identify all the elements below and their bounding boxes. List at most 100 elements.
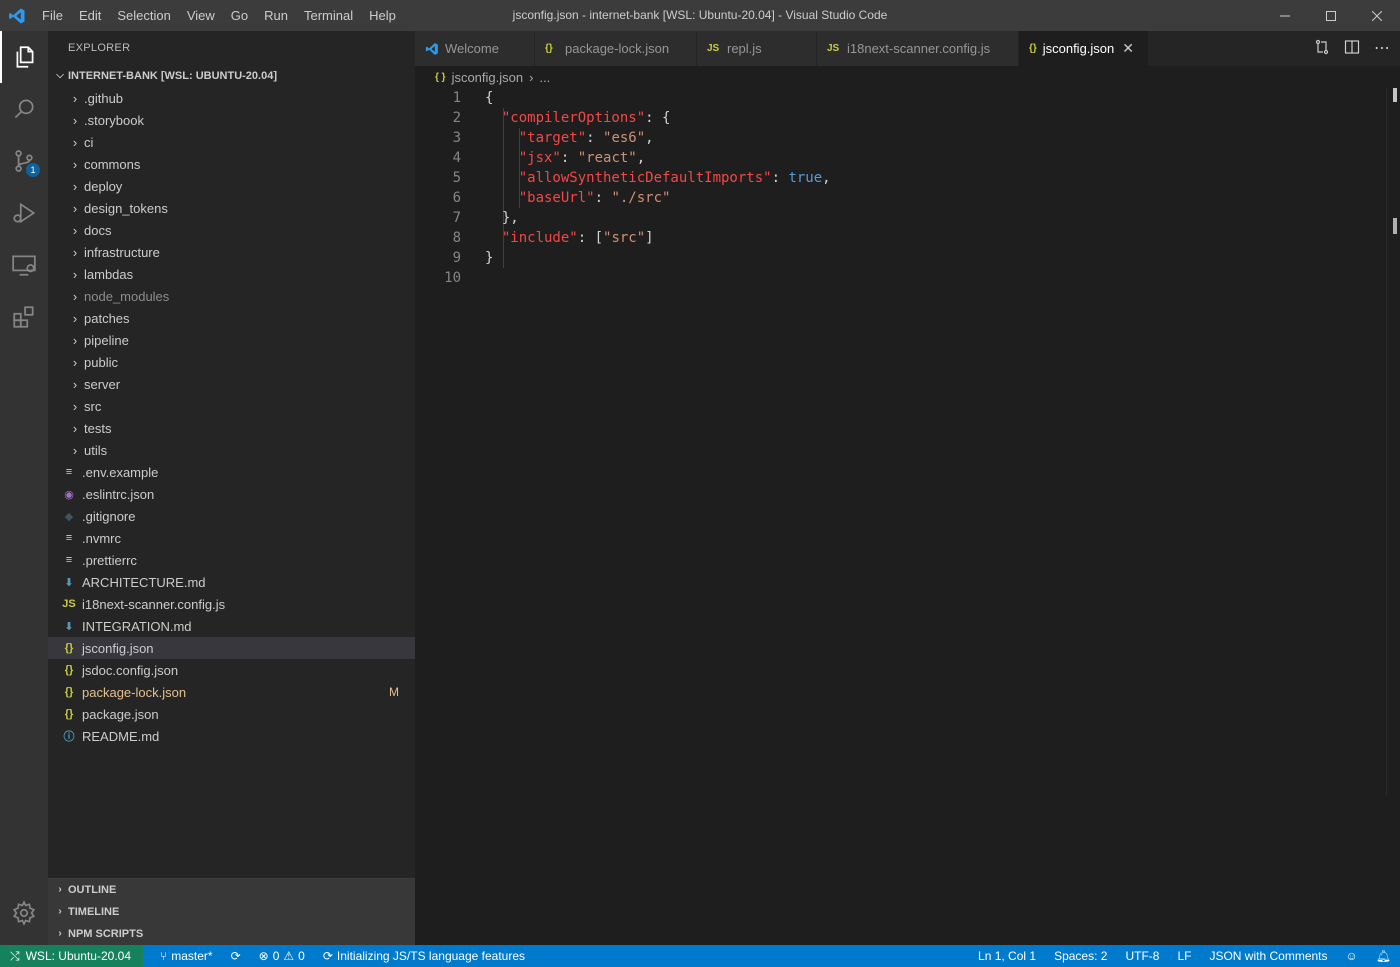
explorer-sidebar: EXPLORER ⌵ INTERNET-BANK [WSL: UBUNTU-20… — [48, 31, 415, 945]
feedback-icon[interactable]: ☺ — [1337, 949, 1367, 963]
file-item[interactable]: ≡ .nvmrc — [48, 527, 415, 549]
activity-bar: 1 — [0, 31, 48, 945]
activity-settings[interactable] — [0, 887, 48, 939]
editor-tabs: Welcome {} package-lock.json JS repl.js JS i18… — [415, 31, 1400, 66]
code-text: "target": "es6", — [485, 128, 654, 148]
scrollbar-thumb[interactable] — [1393, 88, 1397, 102]
activity-extensions[interactable] — [0, 291, 48, 343]
eol-setting[interactable]: LF — [1168, 949, 1200, 963]
tab-repl-js[interactable]: JS repl.js — [697, 31, 817, 66]
menu-item-terminal[interactable]: Terminal — [296, 0, 361, 31]
menu-item-view[interactable]: View — [179, 0, 223, 31]
folder-item[interactable]: › src — [48, 395, 415, 417]
folder-item[interactable]: › node_modules — [48, 285, 415, 307]
folder-item[interactable]: › lambdas — [48, 263, 415, 285]
tab-welcome[interactable]: Welcome — [415, 31, 535, 66]
activity-source-control[interactable]: 1 — [0, 135, 48, 187]
breadcrumb-more[interactable]: ... — [539, 70, 550, 85]
section-timeline[interactable]: › TIMELINE — [48, 901, 415, 923]
language-status[interactable]: ⟳ Initializing JS/TS language features — [314, 949, 534, 963]
menu-item-selection[interactable]: Selection — [109, 0, 178, 31]
close-icon[interactable]: ✕ — [1122, 40, 1134, 57]
file-item[interactable]: ◉ .eslintrc.json — [48, 483, 415, 505]
language-mode[interactable]: JSON with Comments — [1200, 949, 1336, 963]
tab-jsconfig-json[interactable]: {} jsconfig.json ✕ — [1019, 31, 1149, 66]
split-editor-icon[interactable] — [1344, 39, 1360, 58]
activity-search[interactable] — [0, 83, 48, 135]
maximize-button[interactable] — [1308, 0, 1354, 31]
notifications-bell-icon[interactable]: 🔔︎ — [1367, 949, 1400, 963]
open-changes-icon[interactable] — [1314, 39, 1330, 58]
menu-item-run[interactable]: Run — [256, 0, 296, 31]
branch-indicator[interactable]: ⑂ master* — [151, 949, 222, 963]
tab-package-lock-json[interactable]: {} package-lock.json — [535, 31, 697, 66]
folder-item[interactable]: › design_tokens — [48, 197, 415, 219]
folder-label: src — [84, 398, 102, 414]
menu-item-go[interactable]: Go — [223, 0, 256, 31]
activity-remote-explorer[interactable] — [0, 239, 48, 291]
file-item[interactable]: {} jsconfig.json — [48, 637, 415, 659]
file-item[interactable]: ≡ .env.example — [48, 461, 415, 483]
code-token: } — [485, 250, 494, 266]
file-item[interactable]: JS i18next-scanner.config.js — [48, 593, 415, 615]
vscode-icon — [425, 42, 445, 56]
tab-list: Welcome {} package-lock.json JS repl.js JS i18… — [415, 31, 1149, 66]
code-token: { — [485, 90, 494, 106]
menu-item-help[interactable]: Help — [361, 0, 404, 31]
close-window-button[interactable] — [1354, 0, 1400, 31]
file-item[interactable]: {} package-lock.json M — [48, 681, 415, 703]
folder-item[interactable]: › deploy — [48, 175, 415, 197]
breadcrumb-file[interactable]: jsconfig.json — [452, 70, 524, 85]
code-token: : — [560, 150, 578, 166]
code-editor[interactable]: 1{2 "compilerOptions": {3 "target": "es6… — [415, 88, 1400, 945]
file-label: jsdoc.config.json — [82, 662, 179, 678]
folder-item[interactable]: › docs — [48, 219, 415, 241]
code-text: }, — [485, 208, 519, 228]
minimize-button[interactable] — [1262, 0, 1308, 31]
code-line: 9} — [415, 248, 1375, 268]
activity-explorer[interactable] — [0, 31, 48, 83]
menu-item-edit[interactable]: Edit — [71, 0, 109, 31]
editor-scrollbar[interactable] — [1386, 88, 1400, 796]
tab-i18next-scanner-config-js[interactable]: JS i18next-scanner.config.js — [817, 31, 1019, 66]
folder-item[interactable]: › pipeline — [48, 329, 415, 351]
encoding-setting[interactable]: UTF-8 — [1116, 949, 1168, 963]
folder-item[interactable]: › utils — [48, 439, 415, 461]
breadcrumb: { } jsconfig.json › ... — [415, 66, 1400, 88]
folder-item[interactable]: › tests — [48, 417, 415, 439]
folder-label: tests — [84, 420, 112, 436]
file-item[interactable]: ⬇ ARCHITECTURE.md — [48, 571, 415, 593]
folder-item[interactable]: › ci — [48, 131, 415, 153]
branch-label: master* — [171, 949, 213, 963]
code-token: "jsx" — [518, 150, 561, 166]
code-text: "compilerOptions": { — [485, 108, 671, 128]
file-item[interactable]: ≡ .prettierrc — [48, 549, 415, 571]
more-actions-icon[interactable]: ⋯ — [1374, 40, 1390, 57]
code-token: : — [586, 130, 604, 146]
folder-item[interactable]: › infrastructure — [48, 241, 415, 263]
problems-indicator[interactable]: ⊗ 0 ⚠ 0 — [250, 949, 314, 963]
file-item[interactable]: ◆ .gitignore — [48, 505, 415, 527]
folder-item[interactable]: › patches — [48, 307, 415, 329]
folder-item[interactable]: › public — [48, 351, 415, 373]
file-item[interactable]: ⬇ INTEGRATION.md — [48, 615, 415, 637]
folder-item[interactable]: › commons — [48, 153, 415, 175]
folder-item[interactable]: › server — [48, 373, 415, 395]
file-item[interactable]: {} jsdoc.config.json — [48, 659, 415, 681]
remote-icon: ⤭ — [10, 948, 20, 963]
folder-item[interactable]: › .storybook — [48, 109, 415, 131]
remote-indicator[interactable]: ⤭ WSL: Ubuntu-20.04 — [0, 945, 144, 967]
folder-item[interactable]: › .github — [48, 87, 415, 109]
gear-icon — [12, 900, 36, 926]
menu-item-file[interactable]: File — [34, 0, 71, 31]
cursor-position[interactable]: Ln 1, Col 1 — [969, 949, 1045, 963]
sync-button[interactable]: ⟳ — [222, 949, 250, 963]
status-bar-right: Ln 1, Col 1 Spaces: 2 UTF-8 LF JSON with… — [969, 945, 1400, 967]
workspace-root-header[interactable]: ⌵ INTERNET-BANK [WSL: UBUNTU-20.04] — [48, 65, 415, 87]
file-item[interactable]: {} package.json — [48, 703, 415, 725]
section-outline[interactable]: › OUTLINE — [48, 879, 415, 901]
activity-run-debug[interactable] — [0, 187, 48, 239]
file-item[interactable]: ⓘ README.md — [48, 725, 415, 747]
section-npm-scripts[interactable]: › NPM SCRIPTS — [48, 923, 415, 945]
indentation-setting[interactable]: Spaces: 2 — [1045, 949, 1116, 963]
